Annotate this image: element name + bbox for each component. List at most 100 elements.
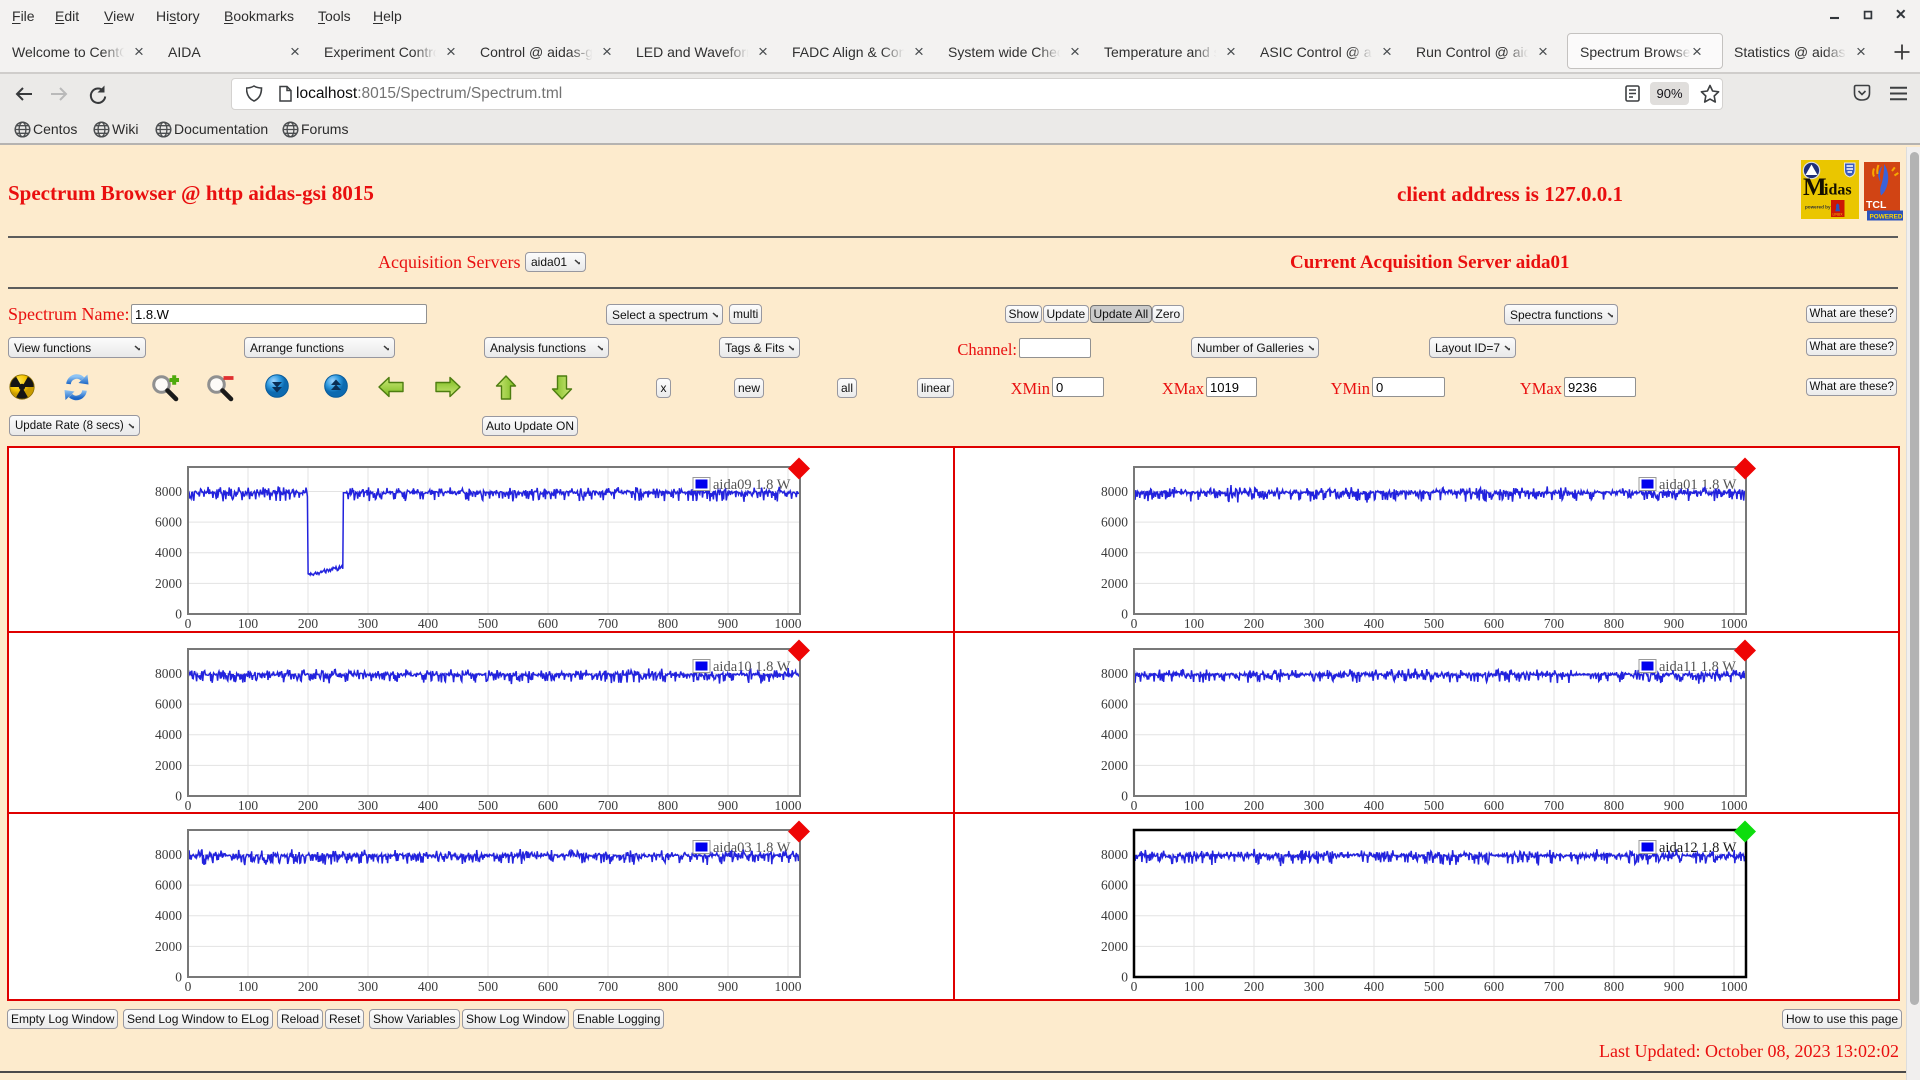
svg-text:900: 900 — [718, 798, 739, 813]
svg-text:400: 400 — [418, 616, 439, 629]
svg-text:800: 800 — [658, 798, 679, 813]
svg-text:idas: idas — [1824, 182, 1852, 199]
svg-text:8000: 8000 — [155, 847, 182, 862]
svg-text:900: 900 — [1664, 979, 1685, 994]
svg-text:1000: 1000 — [1721, 979, 1748, 994]
svg-text:500: 500 — [478, 616, 499, 629]
svg-text:200: 200 — [1244, 798, 1265, 813]
svg-text:0: 0 — [185, 616, 192, 629]
svg-text:100: 100 — [1184, 616, 1205, 629]
svg-text:LINUX: LINUX — [1833, 213, 1844, 217]
svg-text:800: 800 — [1604, 616, 1625, 629]
svg-text:400: 400 — [418, 979, 439, 994]
svg-text:700: 700 — [1544, 798, 1565, 813]
svg-text:2000: 2000 — [155, 939, 182, 954]
svg-text:200: 200 — [298, 616, 319, 629]
svg-text:300: 300 — [358, 616, 379, 629]
svg-text:0: 0 — [1121, 607, 1128, 622]
svg-text:500: 500 — [1424, 979, 1445, 994]
svg-text:2000: 2000 — [155, 758, 182, 773]
svg-text:1000: 1000 — [1721, 798, 1748, 813]
svg-text:400: 400 — [1364, 798, 1385, 813]
svg-text:900: 900 — [718, 979, 739, 994]
svg-text:600: 600 — [1484, 798, 1505, 813]
svg-text:400: 400 — [1364, 616, 1385, 629]
svg-text:4000: 4000 — [155, 727, 182, 742]
svg-text:2000: 2000 — [1101, 939, 1128, 954]
svg-text:100: 100 — [238, 798, 259, 813]
svg-text:0: 0 — [175, 970, 182, 985]
svg-text:1000: 1000 — [775, 798, 802, 813]
svg-text:6000: 6000 — [155, 878, 182, 893]
svg-text:200: 200 — [1244, 616, 1265, 629]
svg-text:2000: 2000 — [1101, 758, 1128, 773]
svg-text:700: 700 — [598, 616, 619, 629]
svg-text:300: 300 — [1304, 798, 1325, 813]
svg-text:0: 0 — [1131, 798, 1138, 813]
svg-text:300: 300 — [1304, 979, 1325, 994]
svg-text:500: 500 — [1424, 798, 1445, 813]
svg-text:600: 600 — [538, 798, 559, 813]
svg-text:700: 700 — [1544, 616, 1565, 629]
svg-text:100: 100 — [238, 616, 259, 629]
svg-text:900: 900 — [718, 616, 739, 629]
svg-text:TCL: TCL — [1866, 199, 1887, 211]
svg-text:6000: 6000 — [1101, 878, 1128, 893]
svg-text:900: 900 — [1664, 798, 1685, 813]
svg-text:0: 0 — [185, 798, 192, 813]
svg-text:0: 0 — [1121, 970, 1128, 985]
svg-text:500: 500 — [478, 979, 499, 994]
svg-text:0: 0 — [1121, 789, 1128, 804]
svg-text:400: 400 — [418, 798, 439, 813]
svg-text:2000: 2000 — [155, 576, 182, 591]
svg-text:powered by: powered by — [1805, 205, 1831, 210]
svg-text:800: 800 — [658, 979, 679, 994]
svg-text:1000: 1000 — [775, 979, 802, 994]
svg-text:700: 700 — [1544, 979, 1565, 994]
svg-text:900: 900 — [1664, 616, 1685, 629]
svg-text:8000: 8000 — [1101, 847, 1128, 862]
svg-text:100: 100 — [1184, 979, 1205, 994]
svg-text:100: 100 — [1184, 798, 1205, 813]
svg-text:600: 600 — [1484, 979, 1505, 994]
svg-text:8000: 8000 — [1101, 484, 1128, 499]
svg-text:800: 800 — [1604, 979, 1625, 994]
svg-text:2000: 2000 — [1101, 576, 1128, 591]
svg-text:0: 0 — [175, 607, 182, 622]
svg-text:500: 500 — [1424, 616, 1445, 629]
svg-text:200: 200 — [1244, 979, 1265, 994]
svg-text:100: 100 — [238, 979, 259, 994]
svg-text:300: 300 — [1304, 616, 1325, 629]
svg-text:1000: 1000 — [775, 616, 802, 629]
svg-text:0: 0 — [1131, 616, 1138, 629]
svg-text:0: 0 — [185, 979, 192, 994]
svg-text:800: 800 — [658, 616, 679, 629]
svg-text:400: 400 — [1364, 979, 1385, 994]
svg-text:1000: 1000 — [1721, 616, 1748, 629]
svg-text:600: 600 — [1484, 616, 1505, 629]
svg-text:4000: 4000 — [155, 545, 182, 560]
svg-text:800: 800 — [1604, 798, 1625, 813]
svg-text:700: 700 — [598, 798, 619, 813]
svg-text:700: 700 — [598, 979, 619, 994]
svg-text:500: 500 — [478, 798, 499, 813]
svg-text:4000: 4000 — [1101, 727, 1128, 742]
svg-text:200: 200 — [298, 979, 319, 994]
svg-text:300: 300 — [358, 798, 379, 813]
svg-text:600: 600 — [538, 979, 559, 994]
svg-text:8000: 8000 — [155, 484, 182, 499]
svg-text:0: 0 — [1131, 979, 1138, 994]
svg-text:300: 300 — [358, 979, 379, 994]
svg-text:6000: 6000 — [1101, 515, 1128, 530]
svg-text:6000: 6000 — [155, 515, 182, 530]
svg-text:6000: 6000 — [1101, 697, 1128, 712]
svg-text:0: 0 — [175, 789, 182, 804]
svg-text:200: 200 — [298, 798, 319, 813]
svg-text:4000: 4000 — [1101, 545, 1128, 560]
svg-text:4000: 4000 — [155, 908, 182, 923]
svg-text:600: 600 — [538, 616, 559, 629]
svg-text:8000: 8000 — [155, 666, 182, 681]
svg-text:8000: 8000 — [1101, 666, 1128, 681]
svg-text:POWERED: POWERED — [1870, 214, 1903, 221]
svg-text:6000: 6000 — [155, 697, 182, 712]
